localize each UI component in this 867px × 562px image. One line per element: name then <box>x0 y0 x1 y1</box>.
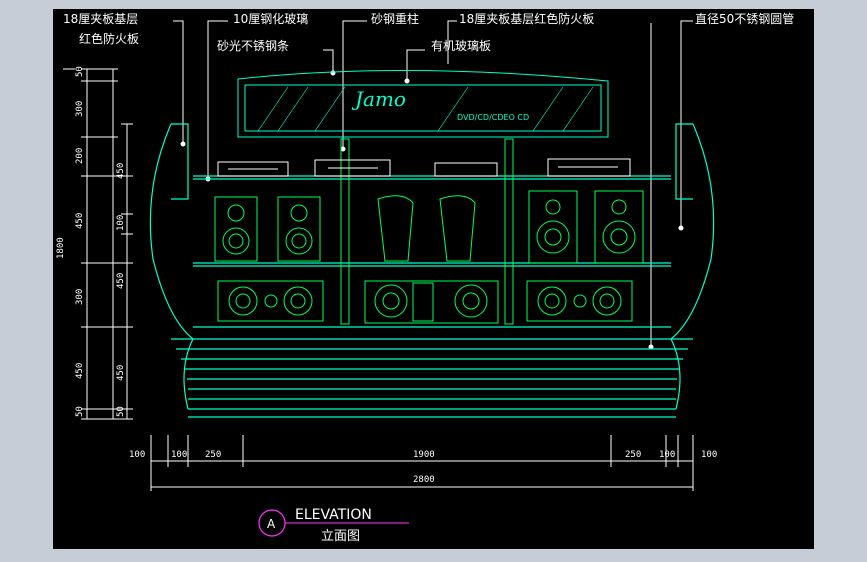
label-tempered-glass: 10厘钢化玻璃 <box>233 12 308 26</box>
cd-player <box>434 162 498 177</box>
drawing-canvas: 18厘夹板基层 红色防火板 10厘钢化玻璃 砂光不锈钢条 砂钢重柱 有机玻璃板 … <box>53 9 814 549</box>
sign-board <box>237 69 609 138</box>
dim-bottom-total: 2800 <box>413 475 435 485</box>
tower-speaker-1 <box>377 195 414 262</box>
dim-bottom-5: 250 <box>625 450 641 460</box>
sign-brand: Jamo <box>351 87 406 111</box>
dim-bottom-1: 100 <box>129 450 145 460</box>
dim-left-inner-4: 450 <box>116 365 126 381</box>
dim-left-inner-3: 450 <box>116 273 126 289</box>
title-sub: 立面图 <box>321 529 360 544</box>
label-plywood-left-1: 18厘夹板基层 <box>63 12 138 26</box>
bookshelf-speaker-1 <box>214 196 258 262</box>
dim-left-inner-2: 100 <box>116 215 126 231</box>
label-acrylic-board: 有机玻璃板 <box>431 39 491 53</box>
label-steel-pipe: 直径50不锈钢圆管 <box>695 11 794 26</box>
sign-subtext: DVD/CD/CDEO CD <box>457 113 529 122</box>
bottom-shelf-speakers <box>217 280 633 324</box>
elevation-drawing: 18厘夹板基层 红色防火板 10厘钢化玻璃 砂光不锈钢条 砂钢重柱 有机玻璃板 … <box>56 11 794 544</box>
dim-left-4: 450 <box>75 213 85 229</box>
center-speaker-2 <box>364 280 499 324</box>
dim-left-5: 300 <box>75 289 85 305</box>
tower-speaker-2 <box>439 195 476 262</box>
dim-bottom-2: 100 <box>171 450 187 460</box>
dim-left-2: 300 <box>75 101 85 117</box>
bookshelf-speaker-2 <box>277 196 321 262</box>
dim-left-6: 450 <box>75 363 85 379</box>
section-marker-letter: A <box>267 517 276 531</box>
glass-hatch <box>257 86 594 132</box>
dim-bottom-7: 100 <box>701 450 717 460</box>
center-speaker-3 <box>526 280 633 322</box>
steel-columns <box>340 138 514 325</box>
mid-shelf-speakers <box>214 190 644 264</box>
dim-bottom-6: 100 <box>659 450 675 460</box>
left-dimension-text: 50 300 200 450 300 450 50 1800 450 100 4… <box>56 66 126 417</box>
label-plywood-left-2: 红色防火板 <box>79 31 139 46</box>
monitor-speaker-1 <box>528 190 578 264</box>
dim-left-total: 1800 <box>56 237 66 259</box>
dim-left-7: 50 <box>75 406 85 417</box>
dim-bottom-4: 1900 <box>413 450 435 460</box>
center-speaker-1 <box>217 280 324 322</box>
label-sanded-steel-strip: 砂光不锈钢条 <box>217 39 289 53</box>
sign-inner-frame <box>244 84 602 132</box>
monitor-speaker-2 <box>594 190 644 264</box>
top-shelf-players <box>217 158 631 177</box>
dim-left-inner-5: 50 <box>116 406 126 417</box>
dim-bottom-3: 250 <box>205 450 221 460</box>
bottom-dimension-text: 100 100 250 1900 250 100 100 2800 <box>129 450 717 485</box>
title-main: ELEVATION <box>295 507 372 523</box>
cabinet-outline <box>149 123 715 418</box>
dim-left-inner-1: 450 <box>116 163 126 179</box>
dim-left-3: 200 <box>75 148 85 164</box>
dim-left-1: 50 <box>75 66 85 77</box>
label-steel-column: 砂钢重柱 <box>371 11 419 26</box>
label-plywood-right: 18厘夹板基层红色防火板 <box>459 11 594 26</box>
